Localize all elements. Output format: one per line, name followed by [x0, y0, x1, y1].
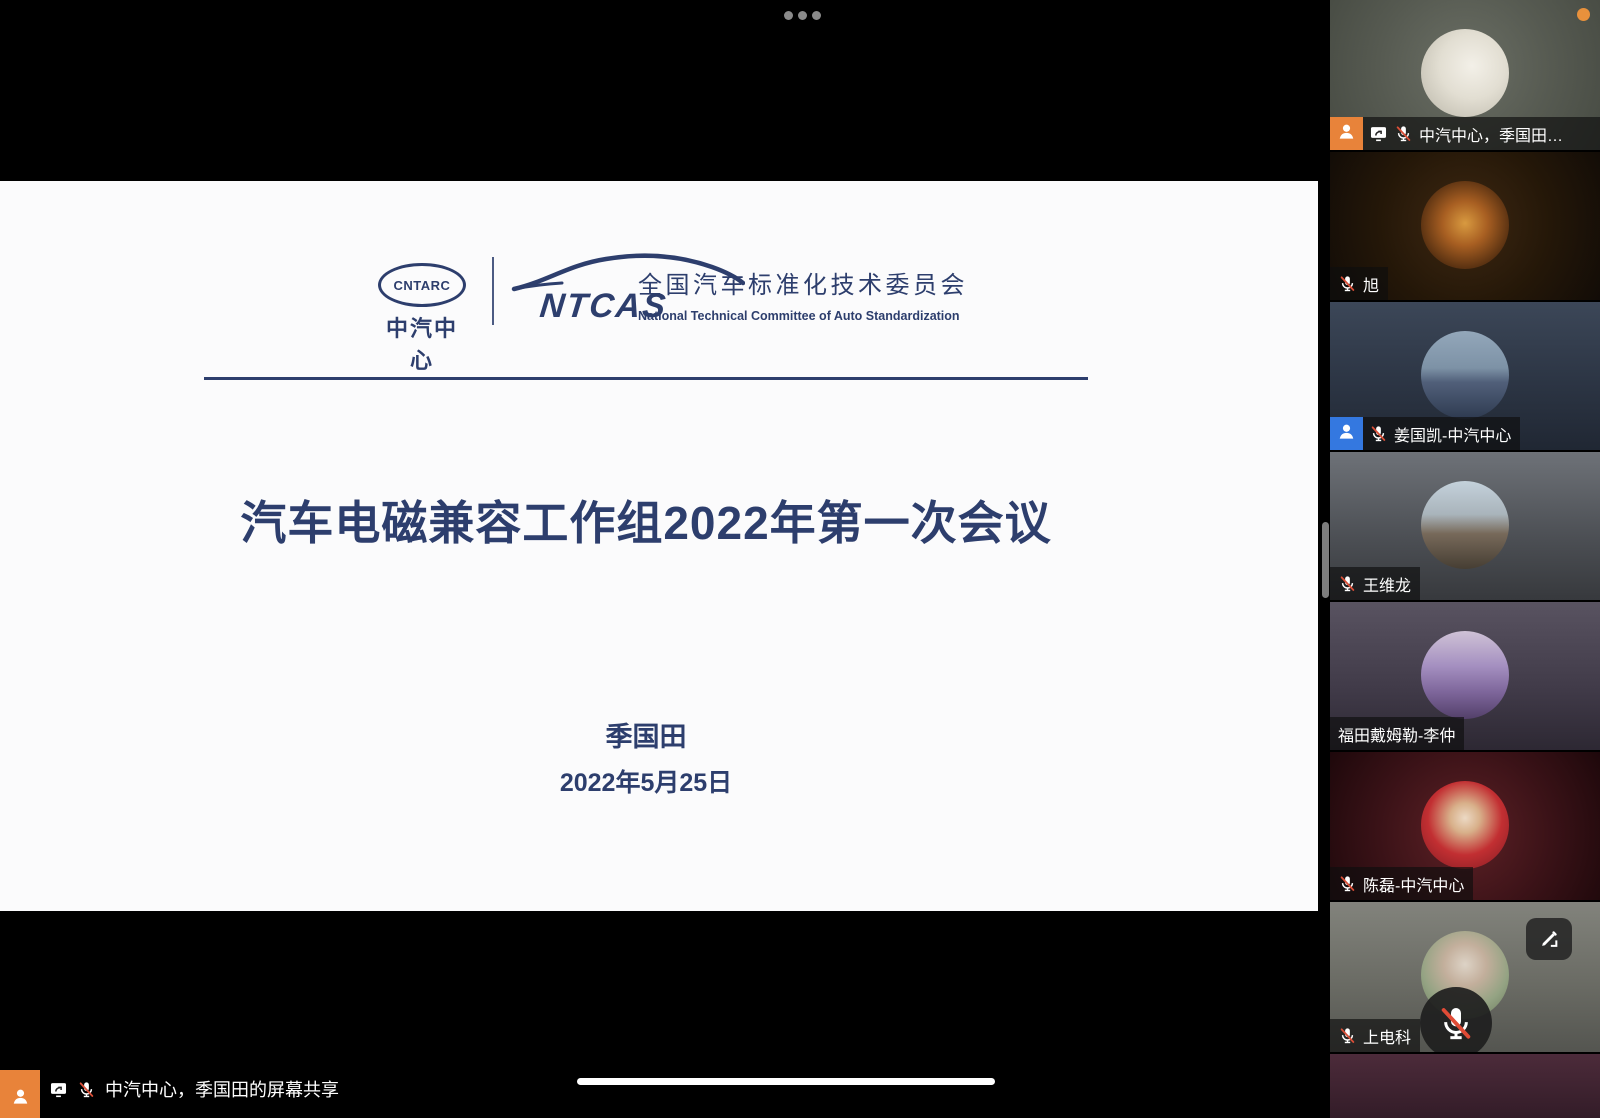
- unmute-button[interactable]: [1420, 987, 1492, 1052]
- avatar: [1421, 781, 1509, 869]
- cntarc-logo: CNTARC 中汽中心: [376, 263, 468, 375]
- participant-name: 王维龙: [1363, 572, 1411, 596]
- participant-tile[interactable]: 福田戴姆勒-李仲: [1330, 602, 1600, 750]
- slide-horizontal-rule: [204, 377, 1088, 380]
- shared-screen-slide: CNTARC 中汽中心 NTCAS 全国汽车标准化技术委员会 National …: [0, 181, 1318, 911]
- cntarc-oval-logo: CNTARC: [378, 263, 466, 307]
- participant-name: 福田戴姆勒-李仲: [1338, 722, 1455, 746]
- participant-name: 姜国凯-中汽中心: [1394, 422, 1511, 446]
- window-menu-dots-icon[interactable]: [784, 11, 821, 20]
- horizontal-scrollbar[interactable]: [577, 1078, 995, 1085]
- committee-name-en: National Technical Committee of Auto Sta…: [638, 309, 1198, 323]
- participant-tile[interactable]: [1330, 1054, 1600, 1118]
- avatar: [1421, 331, 1509, 419]
- screen-share-icon: [1369, 124, 1388, 143]
- participant-name: 中汽中心，季国田…: [1419, 122, 1563, 146]
- cntarc-name: 中汽中心: [376, 311, 468, 375]
- participant-name-bar: 旭: [1330, 267, 1388, 300]
- logo-divider: [492, 257, 494, 325]
- participant-tile[interactable]: 旭: [1330, 152, 1600, 300]
- slide-title: 汽车电磁兼容工作组2022年第一次会议: [0, 487, 1292, 553]
- participants-scrollbar[interactable]: [1322, 522, 1329, 598]
- muted-mic-icon: [1369, 424, 1388, 443]
- participant-tile[interactable]: 中汽中心，季国田…: [1330, 0, 1600, 150]
- avatar: [1421, 481, 1509, 569]
- muted-mic-icon: [77, 1080, 96, 1099]
- person-icon: [1336, 421, 1357, 447]
- participant-tile[interactable]: 姜国凯-中汽中心: [1330, 302, 1600, 450]
- participant-name-bar: 陈磊-中汽中心: [1330, 867, 1473, 900]
- participant-name: 陈磊-中汽中心: [1363, 872, 1464, 896]
- participant-badge: [1330, 417, 1363, 450]
- avatar: [1421, 631, 1509, 719]
- participant-name-bar: 姜国凯-中汽中心: [1330, 417, 1520, 450]
- participant-name: 上电科: [1363, 1024, 1411, 1048]
- pen-icon: [1538, 928, 1560, 950]
- annotate-pen-button[interactable]: [1526, 918, 1572, 960]
- meeting-app-window: CNTARC 中汽中心 NTCAS 全国汽车标准化技术委员会 National …: [0, 0, 1600, 1118]
- committee-name-cn: 全国汽车标准化技术委员会: [638, 265, 1198, 300]
- muted-mic-icon: [1436, 1003, 1476, 1043]
- committee-names: 全国汽车标准化技术委员会 National Technical Committe…: [638, 265, 1198, 323]
- presenter-badge: [0, 1070, 40, 1118]
- muted-mic-icon: [1338, 274, 1357, 293]
- participant-tile[interactable]: 陈磊-中汽中心: [1330, 752, 1600, 900]
- screen-share-icon: [49, 1080, 68, 1099]
- participant-tile[interactable]: 上电科: [1330, 902, 1600, 1052]
- share-banner-text: 中汽中心，季国田的屏幕共享: [105, 1076, 339, 1102]
- slide-date: 2022年5月25日: [0, 763, 1292, 799]
- slide-logo-row: CNTARC 中汽中心 NTCAS 全国汽车标准化技术委员会 National …: [0, 253, 1292, 343]
- person-icon: [1336, 121, 1357, 147]
- avatar: [1421, 181, 1509, 269]
- screen-share-banner: 中汽中心，季国田的屏幕共享: [0, 1060, 339, 1118]
- presenter-badge: [1330, 117, 1363, 150]
- slide-presenter: 季国田: [0, 715, 1292, 754]
- participant-name: 旭: [1363, 272, 1379, 296]
- participant-name-bar: 福田戴姆勒-李仲: [1330, 717, 1464, 750]
- participant-name-bar: 王维龙: [1330, 567, 1420, 600]
- participant-name-bar: 中汽中心，季国田…: [1330, 117, 1600, 150]
- person-icon: [10, 1086, 31, 1112]
- avatar: [1421, 29, 1509, 117]
- participant-tile[interactable]: 王维龙: [1330, 452, 1600, 600]
- participant-name-bar: 上电科: [1330, 1019, 1420, 1052]
- muted-mic-icon: [1394, 124, 1413, 143]
- muted-mic-icon: [1338, 1026, 1357, 1045]
- notification-dot: [1577, 8, 1590, 21]
- muted-mic-icon: [1338, 574, 1357, 593]
- muted-mic-icon: [1338, 874, 1357, 893]
